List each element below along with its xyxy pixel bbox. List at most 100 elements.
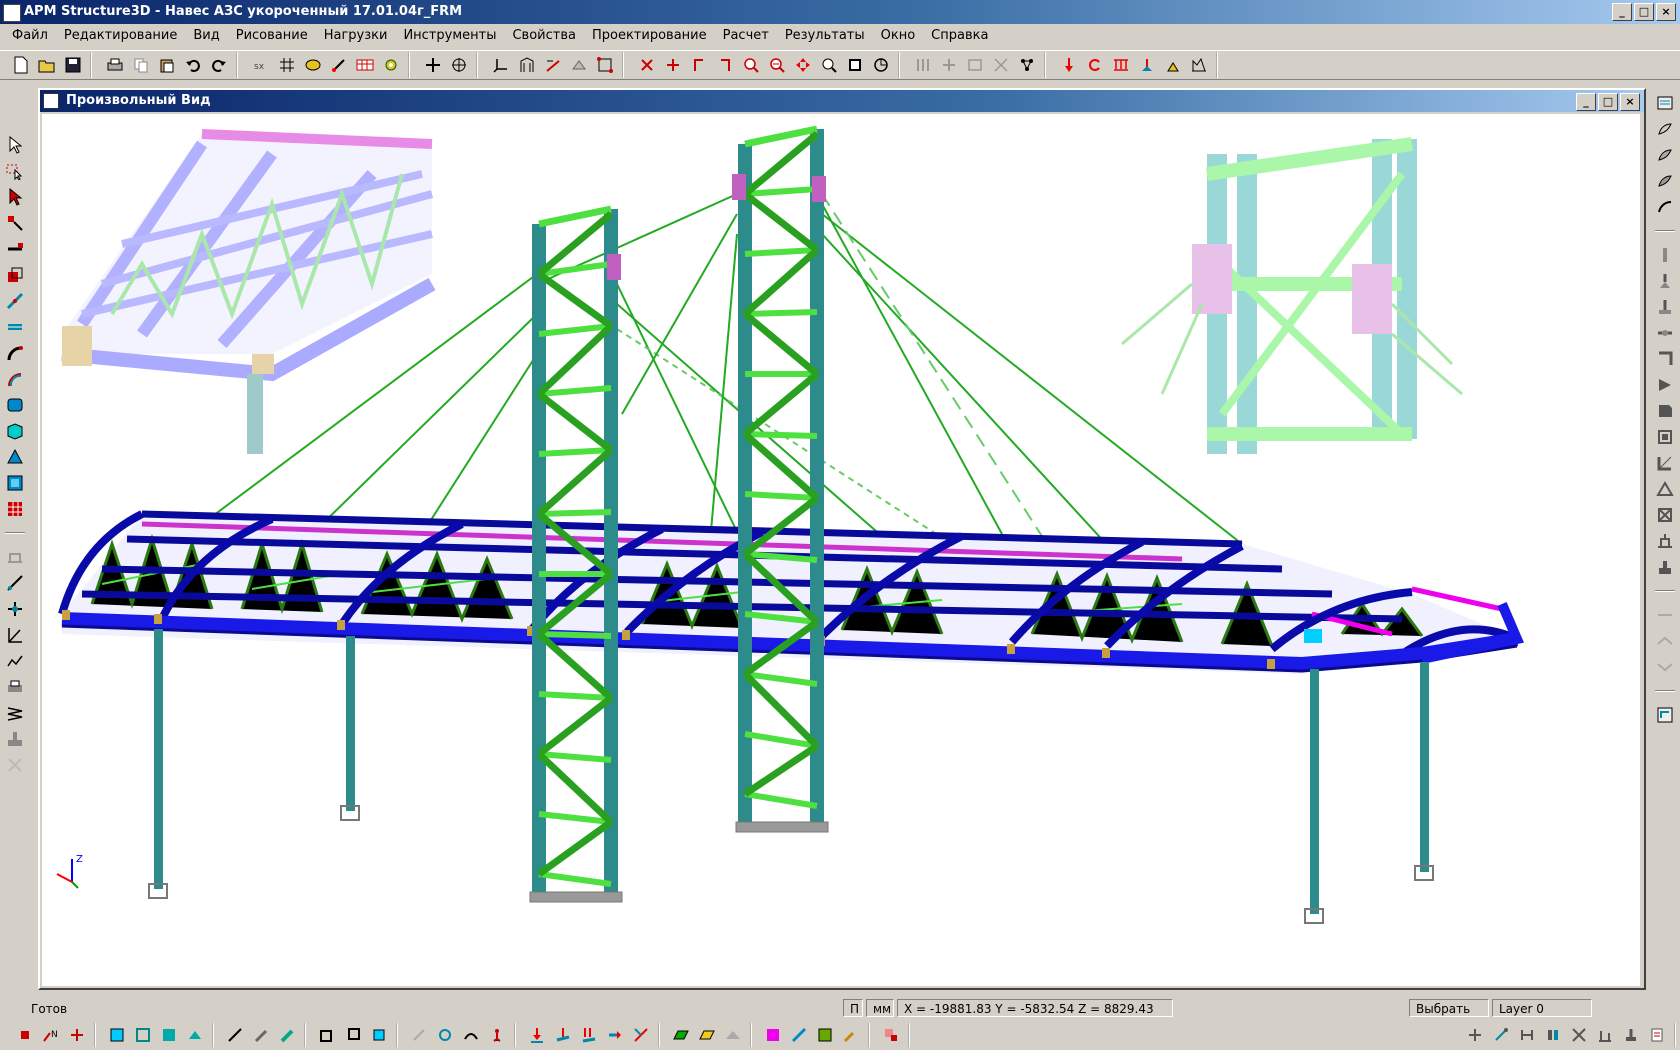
result-modal-icon[interactable] <box>1593 1023 1617 1047</box>
select-arrow-icon[interactable] <box>4 134 26 156</box>
corner-icon[interactable] <box>1654 348 1676 370</box>
hand-icon-4[interactable] <box>1654 196 1676 218</box>
triangle-tool-icon[interactable] <box>4 446 26 468</box>
load-bar-icon[interactable] <box>551 1023 575 1047</box>
section-4-icon[interactable] <box>989 53 1013 77</box>
rotate-x-icon[interactable] <box>635 53 659 77</box>
support-2-icon[interactable] <box>1161 53 1185 77</box>
menu-view[interactable]: Вид <box>185 25 227 47</box>
polyline-icon[interactable] <box>4 650 26 672</box>
bar-tool-icon[interactable] <box>4 238 26 260</box>
release-icon[interactable] <box>407 1023 431 1047</box>
link-icon[interactable] <box>4 598 26 620</box>
copy-icon[interactable] <box>129 53 153 77</box>
select-rect-icon[interactable] <box>4 160 26 182</box>
disabled-tool-icon[interactable] <box>4 546 26 568</box>
shell-tool-icon[interactable] <box>4 420 26 442</box>
menu-calculation[interactable]: Расчет <box>715 25 777 47</box>
hand-icon-2[interactable] <box>1654 144 1676 166</box>
section-2-icon[interactable] <box>937 53 961 77</box>
paste-icon[interactable] <box>155 53 179 77</box>
new-icon[interactable] <box>9 53 33 77</box>
base-icon[interactable] <box>1654 530 1676 552</box>
grid-icon[interactable] <box>275 53 299 77</box>
rigid-icon[interactable] <box>1654 452 1676 474</box>
minimize-button[interactable]: _ <box>1612 3 1632 21</box>
render-wire-icon[interactable] <box>131 1023 155 1047</box>
load-temp-icon[interactable] <box>629 1023 653 1047</box>
menu-window[interactable]: Окно <box>873 25 924 47</box>
disabled-right-1-icon[interactable] <box>1654 604 1676 626</box>
rotate-icon[interactable] <box>869 53 893 77</box>
disabled-right-3-icon[interactable] <box>1654 656 1676 678</box>
material-green-icon[interactable] <box>669 1023 693 1047</box>
gear-icon[interactable] <box>379 53 403 77</box>
save-icon[interactable] <box>61 53 85 77</box>
block-icon[interactable] <box>1654 400 1676 422</box>
section-magenta-icon[interactable] <box>761 1023 785 1047</box>
menu-results[interactable]: Результаты <box>777 25 873 47</box>
solid-tool-icon[interactable] <box>4 472 26 494</box>
check-icon[interactable] <box>879 1023 903 1047</box>
close-button[interactable]: × <box>1656 3 1676 21</box>
measure-icon[interactable] <box>4 572 26 594</box>
support-icon[interactable] <box>1135 53 1159 77</box>
zoom-in-icon[interactable] <box>739 53 763 77</box>
load-icon[interactable] <box>1057 53 1081 77</box>
angle-icon[interactable] <box>4 624 26 646</box>
pile-icon[interactable] <box>1654 556 1676 578</box>
render-shade-icon[interactable] <box>157 1023 181 1047</box>
divide-tool-icon[interactable] <box>4 290 26 312</box>
arc-tool-icon[interactable] <box>4 342 26 364</box>
render-solid-icon[interactable] <box>105 1023 129 1047</box>
fixed-support-icon[interactable] <box>1654 296 1676 318</box>
hinge-icon[interactable] <box>1654 322 1676 344</box>
frame-c-icon[interactable] <box>367 1023 391 1047</box>
spring-icon[interactable] <box>4 702 26 724</box>
node-tool-icon[interactable] <box>4 212 26 234</box>
hand-icon-3[interactable] <box>1654 170 1676 192</box>
frame-a-icon[interactable] <box>315 1023 339 1047</box>
section-olive-icon[interactable] <box>813 1023 837 1047</box>
result-buckling-icon[interactable] <box>1567 1023 1591 1047</box>
crosshair-icon[interactable] <box>421 53 445 77</box>
truss-icon[interactable] <box>1654 478 1676 500</box>
beam-tool-icon[interactable] <box>4 316 26 338</box>
doc-close-button[interactable]: × <box>1620 93 1640 111</box>
arrow-right-icon[interactable] <box>1654 374 1676 396</box>
mesh-tool-icon[interactable] <box>4 498 26 520</box>
plate-icon[interactable] <box>567 53 591 77</box>
nodes-icon[interactable] <box>1015 53 1039 77</box>
print-tool-icon[interactable] <box>4 676 26 698</box>
undo-icon[interactable] <box>181 53 205 77</box>
cable-icon[interactable] <box>459 1023 483 1047</box>
snap-icon[interactable]: sx <box>249 53 273 77</box>
bar-tool-b-icon[interactable] <box>275 1023 299 1047</box>
result-moment-icon[interactable] <box>1515 1023 1539 1047</box>
north-icon[interactable]: N <box>39 1023 63 1047</box>
zoom-window-icon[interactable] <box>817 53 841 77</box>
material-yellow-icon[interactable] <box>695 1023 719 1047</box>
stop-icon[interactable] <box>13 1023 37 1047</box>
open-icon[interactable] <box>35 53 59 77</box>
beam-icon[interactable] <box>541 53 565 77</box>
section-3-icon[interactable] <box>963 53 987 77</box>
section-blue-icon[interactable] <box>787 1023 811 1047</box>
view-front-icon[interactable] <box>687 53 711 77</box>
table-icon[interactable] <box>353 53 377 77</box>
menu-edit[interactable]: Редактирование <box>56 25 185 47</box>
pen-tool-icon[interactable] <box>249 1023 273 1047</box>
section-icon[interactable] <box>911 53 935 77</box>
zoom-out-icon[interactable] <box>765 53 789 77</box>
element-icon[interactable] <box>327 53 351 77</box>
frame-node-icon[interactable] <box>1654 426 1676 448</box>
distributed-load-icon[interactable] <box>1109 53 1133 77</box>
material-grey-icon[interactable] <box>721 1023 745 1047</box>
layers-icon[interactable] <box>1654 92 1676 114</box>
menu-design[interactable]: Проектирование <box>584 25 715 47</box>
line-tool-icon[interactable] <box>223 1023 247 1047</box>
properties-icon[interactable] <box>1654 704 1676 726</box>
column-icon[interactable] <box>1654 244 1676 266</box>
zoom-extents-icon[interactable] <box>843 53 867 77</box>
result-support-icon[interactable] <box>1619 1023 1643 1047</box>
